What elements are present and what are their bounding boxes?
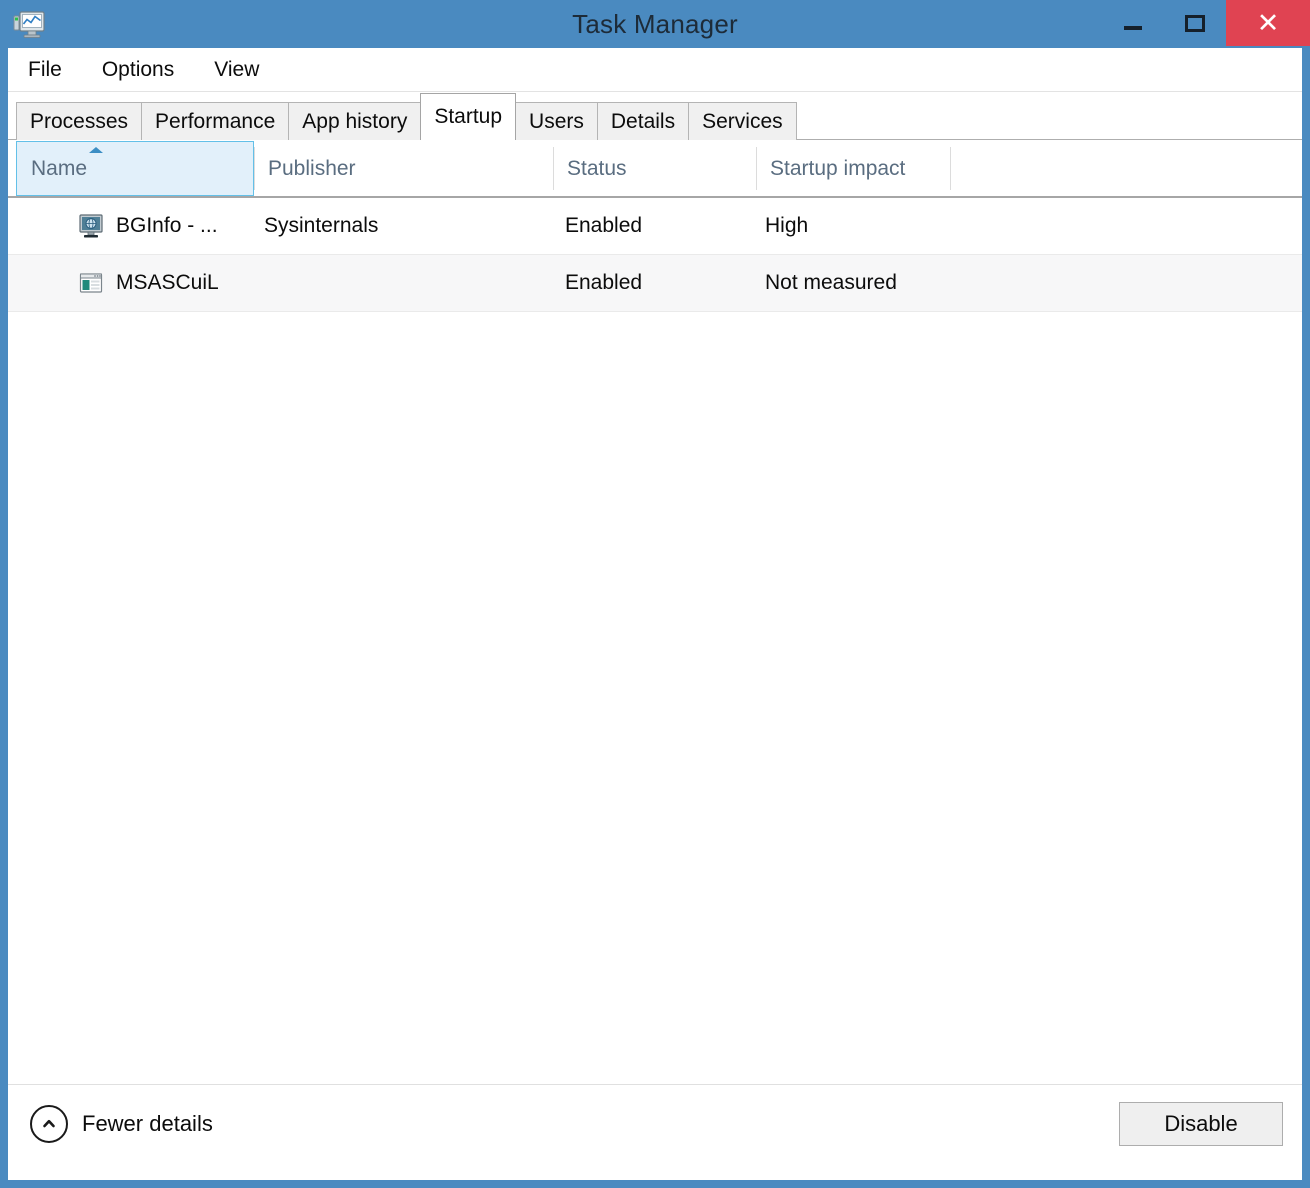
tab-services[interactable]: Services [688, 102, 797, 140]
row-status-cell: Enabled [565, 271, 643, 294]
tab-app-history[interactable]: App history [288, 102, 422, 140]
msascuil-window-icon [78, 270, 104, 296]
column-header-filler [950, 141, 1302, 196]
column-header-publisher[interactable]: Publisher [254, 141, 553, 196]
row-name-label: BGInfo - ... [116, 214, 218, 237]
circle-chevron-up-icon [30, 1105, 68, 1143]
tab-list: Processes Performance App history Startu… [16, 93, 797, 140]
row-name-label: MSASCuiL [116, 271, 219, 294]
tab-performance[interactable]: Performance [141, 102, 290, 140]
fewer-details-button[interactable]: Fewer details [30, 1105, 213, 1143]
menu-bar: File Options View [8, 48, 1302, 92]
column-header-name-label: Name [31, 156, 88, 180]
row-startup-impact-cell: Not measured [765, 271, 897, 294]
row-name-cell: MSASCuiL [78, 255, 219, 311]
row-status-cell: Enabled [565, 214, 643, 237]
task-manager-window: Task Manager ✕ File Options View Process… [0, 0, 1310, 1188]
row-name-cell: BGInfo - ... [78, 198, 218, 254]
column-header-row: Name Publisher Status Startup impact [8, 141, 1302, 198]
minimize-button[interactable] [1102, 0, 1164, 46]
menu-item-view[interactable]: View [210, 56, 263, 84]
column-header-name[interactable]: Name [16, 141, 254, 196]
startup-list: BGInfo - ... Sysinternals Enabled High M… [8, 198, 1302, 1084]
row-startup-impact-cell: High [765, 214, 809, 237]
window-controls: ✕ [1102, 0, 1310, 48]
column-header-startup-impact-label: Startup impact [770, 156, 906, 180]
column-header-startup-impact[interactable]: Startup impact [756, 141, 950, 196]
minimize-icon [1124, 25, 1142, 30]
title-bar[interactable]: Task Manager ✕ [0, 0, 1310, 48]
tab-users[interactable]: Users [515, 102, 598, 140]
column-header-status[interactable]: Status [553, 141, 756, 196]
column-header-publisher-label: Publisher [268, 156, 356, 180]
row-publisher-cell: Sysinternals [264, 214, 379, 237]
column-header-status-label: Status [567, 156, 627, 180]
close-icon: ✕ [1256, 7, 1280, 39]
sort-ascending-icon [89, 147, 103, 153]
table-row[interactable]: MSASCuiL Enabled Not measured [8, 254, 1302, 312]
client-area: File Options View Processes Performance … [8, 48, 1302, 1180]
disable-button[interactable]: Disable [1119, 1102, 1283, 1146]
menu-item-file[interactable]: File [24, 56, 66, 84]
fewer-details-label: Fewer details [82, 1111, 213, 1136]
tab-processes[interactable]: Processes [16, 102, 143, 140]
tab-details[interactable]: Details [596, 102, 690, 140]
tab-strip: Processes Performance App history Startu… [8, 92, 1302, 141]
bginfo-monitor-globe-icon [78, 213, 104, 239]
maximize-icon [1185, 14, 1205, 32]
tab-startup[interactable]: Startup [420, 93, 517, 140]
maximize-button[interactable] [1164, 0, 1226, 46]
menu-item-options[interactable]: Options [98, 56, 178, 84]
footer-bar: Fewer details Disable [8, 1085, 1302, 1180]
table-row[interactable]: BGInfo - ... Sysinternals Enabled High [8, 198, 1302, 254]
close-button[interactable]: ✕ [1226, 0, 1310, 46]
